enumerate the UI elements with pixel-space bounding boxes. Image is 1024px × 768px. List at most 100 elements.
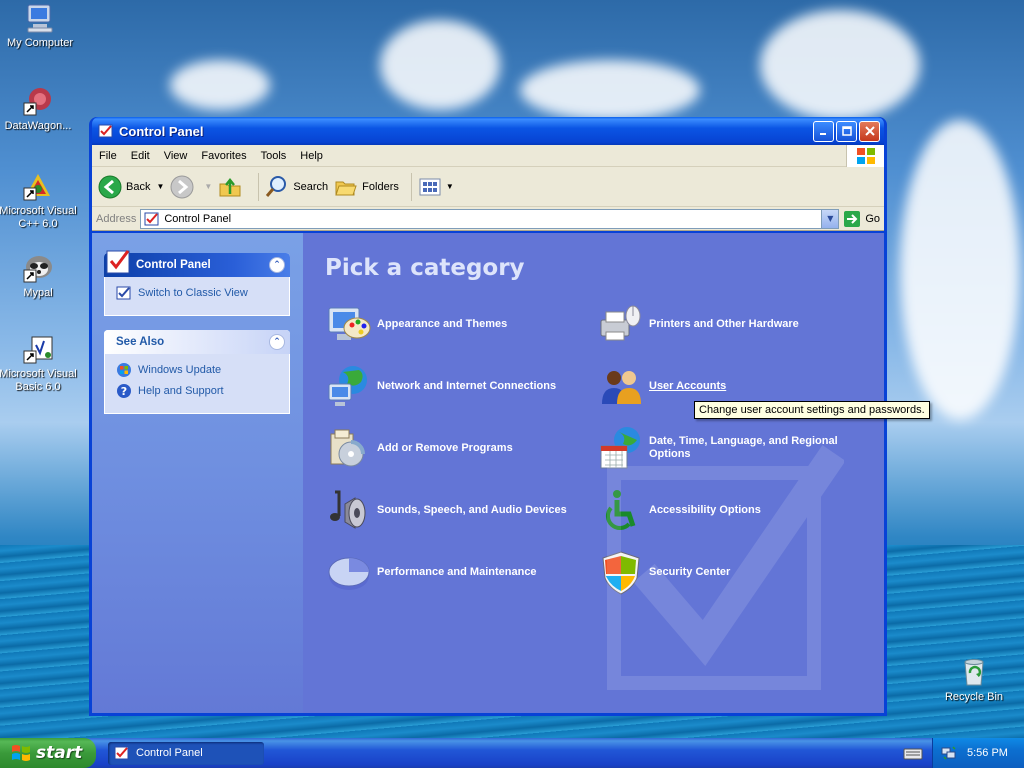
cloud — [900, 120, 1020, 420]
my-computer-icon — [27, 4, 53, 33]
start-button[interactable]: start — [0, 738, 96, 768]
user-accounts-icon — [602, 371, 641, 404]
back-arrow-icon — [98, 175, 122, 198]
views-button[interactable]: ▼ — [418, 175, 454, 199]
printer-icon — [600, 305, 641, 341]
network-tray-icon[interactable] — [941, 745, 957, 761]
sounds-speaker-icon — [330, 490, 366, 529]
desktop-icon-visual-cpp[interactable]: Microsoft Visual C++ 6.0 — [0, 170, 78, 231]
back-button[interactable]: Back ▼ — [98, 175, 164, 199]
system-tray: 5:56 PM — [932, 738, 1024, 768]
up-folder-icon — [219, 177, 241, 196]
task-pane: Control Panel ⌃ Switch to Classic View S… — [92, 233, 303, 713]
category-appearance-themes[interactable]: Appearance and Themes — [325, 293, 597, 355]
toolbar: Back ▼ ▼ Search Folders ▼ — [92, 167, 884, 207]
control-panel-icon — [116, 286, 131, 300]
maximize-button[interactable] — [836, 120, 857, 142]
close-button[interactable] — [859, 120, 880, 142]
control-panel-panel: Control Panel ⌃ Switch to Classic View — [104, 250, 290, 316]
toolbar-separator — [258, 172, 260, 201]
desktop-icon-recycle-bin[interactable]: Recycle Bin — [934, 656, 1014, 704]
menu-edit[interactable]: Edit — [124, 150, 157, 162]
go-button[interactable]: Go — [843, 210, 880, 228]
desktop-icon-mypal[interactable]: Mypal — [0, 252, 78, 300]
add-remove-programs-icon — [330, 429, 365, 467]
clock[interactable]: 5:56 PM — [967, 747, 1008, 759]
search-button[interactable]: Search — [265, 175, 328, 199]
address-label: Address — [96, 212, 137, 225]
chevron-up-icon: ⌃ — [273, 337, 281, 347]
chevron-up-icon: ⌃ — [273, 260, 281, 270]
menu-file[interactable]: File — [92, 150, 124, 162]
category-add-remove-programs[interactable]: Add or Remove Programs — [325, 417, 597, 479]
chevron-down-icon[interactable]: ▼ — [156, 182, 164, 191]
cloud — [170, 60, 270, 110]
minimize-button[interactable] — [813, 120, 834, 142]
title-bar[interactable]: Control Panel — [92, 117, 884, 145]
visual-basic-icon — [23, 336, 53, 364]
control-panel-icon — [114, 746, 129, 760]
go-arrow-icon — [844, 210, 861, 227]
category-network-internet[interactable]: Network and Internet Connections — [325, 355, 597, 417]
chevron-down-icon: ▼ — [827, 214, 834, 223]
windows-flag-icon — [12, 745, 30, 761]
keyboard-icon[interactable] — [903, 744, 923, 762]
windows-update-link[interactable]: Windows Update — [116, 362, 280, 378]
category-pane: Pick a category Appearance and Themes Pr… — [303, 233, 884, 713]
datawagon-icon — [23, 88, 51, 116]
category-sounds-speech-audio[interactable]: Sounds, Speech, and Audio Devices — [325, 479, 597, 541]
taskbar-item-control-panel[interactable]: Control Panel — [108, 741, 264, 765]
category-performance-maintenance[interactable]: Performance and Maintenance — [325, 541, 597, 603]
help-and-support-link[interactable]: ? Help and Support — [116, 383, 280, 399]
control-panel-watermark-icon — [607, 445, 844, 690]
cloud — [760, 10, 920, 120]
minimize-icon — [819, 133, 826, 135]
taskbar: start Control Panel — [0, 738, 1024, 768]
visual-cpp-icon — [23, 174, 50, 201]
control-panel-panel-body: Switch to Classic View — [104, 277, 290, 316]
desktop-icon-my-computer[interactable]: My Computer — [0, 2, 80, 50]
windows-update-icon — [117, 363, 131, 377]
address-dropdown-button[interactable]: ▼ — [821, 209, 839, 228]
desktop-icon-datawagon[interactable]: DataWagon... — [0, 85, 78, 133]
network-globe-icon — [328, 366, 367, 406]
forward-arrow-icon — [170, 175, 194, 198]
folders-button[interactable]: Folders — [334, 175, 399, 199]
appearance-themes-icon — [328, 307, 371, 340]
address-field[interactable]: Control Panel ▼ — [140, 208, 840, 229]
address-bar: Address Control Panel ▼ Go — [92, 207, 884, 231]
chevron-down-icon[interactable]: ▼ — [446, 182, 454, 191]
window-content: Control Panel ⌃ Switch to Classic View S… — [92, 233, 884, 713]
desktop-icon-visual-basic[interactable]: Microsoft Visual Basic 6.0 — [0, 333, 78, 394]
window-title: Control Panel — [119, 123, 204, 139]
see-also-panel-header[interactable]: See Also ⌃ — [104, 330, 290, 354]
svg-text:?: ? — [121, 385, 127, 398]
control-panel-icon — [106, 250, 130, 274]
address-value: Control Panel — [164, 212, 232, 225]
cloud — [380, 20, 500, 110]
search-icon — [266, 175, 287, 197]
menu-view[interactable]: View — [157, 150, 195, 162]
maximize-icon — [841, 126, 852, 136]
chevron-down-icon: ▼ — [204, 182, 213, 191]
up-folder-button[interactable] — [218, 175, 246, 199]
collapse-button[interactable]: ⌃ — [269, 257, 285, 273]
toolbar-separator — [410, 172, 412, 201]
see-also-panel: See Also ⌃ Windows Update ? Help and Sup… — [104, 330, 290, 414]
menu-bar: File Edit View Favorites Tools Help — [92, 145, 884, 167]
menu-tools[interactable]: Tools — [254, 150, 294, 162]
menu-favorites[interactable]: Favorites — [194, 150, 253, 162]
page-title: Pick a category — [325, 255, 525, 281]
recycle-bin-icon — [964, 659, 984, 686]
collapse-button[interactable]: ⌃ — [269, 334, 285, 350]
forward-button[interactable]: ▼ — [170, 175, 212, 199]
category-printers-hardware[interactable]: Printers and Other Hardware — [597, 293, 869, 355]
see-also-panel-body: Windows Update ? Help and Support — [104, 354, 290, 414]
menu-help[interactable]: Help — [293, 150, 330, 162]
windows-logo — [846, 145, 884, 167]
folders-icon — [335, 181, 357, 195]
views-grid-icon — [419, 178, 441, 195]
control-panel-icon — [144, 212, 159, 225]
control-panel-panel-header[interactable]: Control Panel ⌃ — [104, 250, 290, 277]
switch-classic-view-link[interactable]: Switch to Classic View — [116, 285, 280, 301]
